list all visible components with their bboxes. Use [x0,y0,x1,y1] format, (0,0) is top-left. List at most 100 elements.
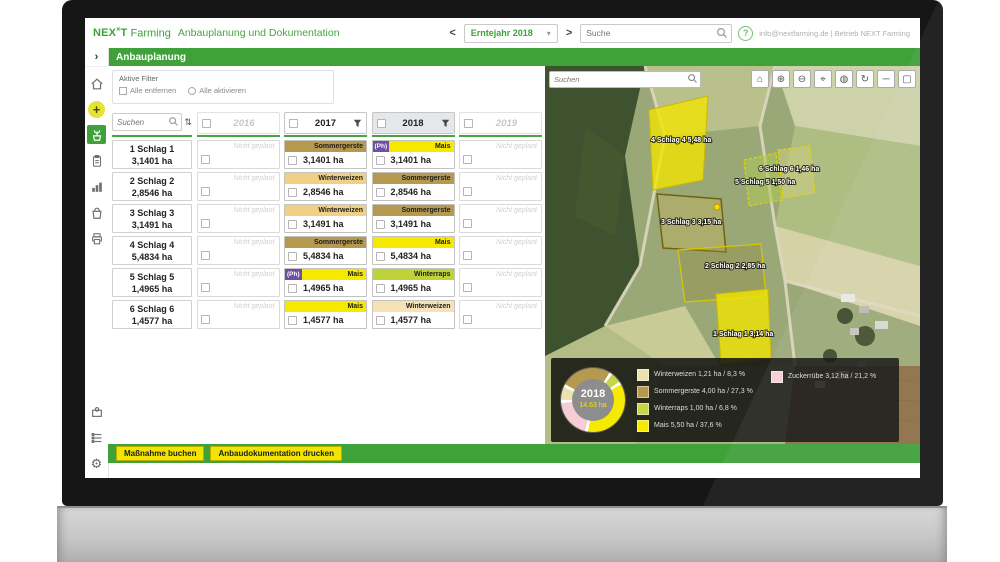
checkbox[interactable] [463,251,472,260]
help-icon[interactable]: ? [738,25,754,41]
checkbox[interactable] [200,315,210,324]
checkbox[interactable] [463,219,472,228]
checkbox[interactable] [200,155,210,164]
checkbox[interactable] [375,187,385,197]
crop-plan-cell[interactable]: Sommergerste 2,8546 ha [371,172,455,201]
field-label-cell[interactable]: 5 Schlag 5 1,4965 ha [112,268,192,297]
checkbox[interactable] [289,118,298,128]
map-tool-refresh[interactable]: ↻ [856,70,874,88]
account-info[interactable]: info@nextfarming.de | Betrieb NEXT Farmi… [759,29,910,38]
field-label-cell[interactable]: 3 Schlag 3 3,1491 ha [112,204,192,233]
map-tool-layers[interactable]: ◍ [835,70,853,88]
checkbox[interactable] [200,219,210,228]
sort-icon[interactable]: ⇅ [184,117,192,128]
crop-plan-cell[interactable]: Mais 5,4834 ha [371,236,455,265]
map-tool-measure[interactable]: ─ [877,70,895,88]
checkbox[interactable] [463,187,472,196]
sidebar-item-home[interactable] [87,74,106,93]
empty-plan-cell[interactable]: Nicht geplant [196,268,280,297]
checkbox[interactable] [375,251,385,261]
book-measure-button[interactable]: Maßnahme buchen [116,446,205,461]
checkbox[interactable] [463,315,472,324]
map-tool-zoom-in[interactable]: ⊕ [772,70,790,88]
map-field-1[interactable] [715,288,772,365]
map-tool-zoom-out[interactable]: ⊖ [793,70,811,88]
next-year-button[interactable]: > [564,27,574,39]
empty-plan-cell[interactable]: Nicht geplant [196,236,280,265]
field-label-cell[interactable]: 4 Schlag 4 5,4834 ha [112,236,192,265]
checkbox[interactable] [200,251,210,260]
map-search-input[interactable] [550,71,700,87]
crop-plan-cell[interactable]: (Ph) Mais 1,4965 ha [284,268,367,297]
year-header-2017[interactable]: 2017 [284,112,367,134]
sidebar-expand-button[interactable]: › [85,48,108,67]
empty-plan-cell[interactable]: Nicht geplant [459,140,542,169]
field-label-cell[interactable]: 1 Schlag 1 3,1401 ha [112,140,192,169]
checkbox[interactable] [463,283,472,292]
checkbox[interactable] [288,251,297,261]
harvest-year-select[interactable]: Erntejahr 2018 ▾ [463,23,558,43]
checkbox[interactable] [464,118,473,128]
checkbox[interactable] [288,283,297,293]
filter-activate-all[interactable]: Alle aktivieren [188,86,246,95]
table-search [112,113,183,131]
crop-plan-cell[interactable]: Sommergerste 3,1401 ha [284,140,367,169]
year-header-2016[interactable]: 2016 [196,112,280,134]
sidebar-item-harvest[interactable] [87,203,106,222]
empty-plan-cell[interactable]: Nicht geplant [196,300,280,329]
checkbox[interactable] [288,187,297,197]
sidebar-item-modules[interactable] [87,402,106,421]
crop-plan-cell[interactable]: Winterweizen 2,8546 ha [284,172,367,201]
sidebar-item-statistics[interactable] [87,177,106,196]
checkbox[interactable] [463,155,472,164]
sidebar-item-settings[interactable]: ⚙ [87,454,106,473]
empty-plan-cell[interactable]: Nicht geplant [459,236,542,265]
year-header-2018[interactable]: 2018 [371,112,455,134]
checkbox[interactable] [376,118,386,128]
sidebar-item-tasks[interactable] [87,151,106,170]
map-marker[interactable] [713,203,721,211]
crop-plan-cell[interactable]: Winterweizen 3,1491 ha [284,204,367,233]
checkbox[interactable] [375,315,385,325]
map-tool-select-area[interactable]: ▢ [898,70,916,88]
checkbox[interactable] [288,155,297,165]
global-search-input[interactable] [581,24,732,42]
filter-icon[interactable] [353,119,362,128]
sidebar-item-list[interactable] [87,428,106,447]
crop-plan-cell[interactable]: Mais 1,4577 ha [284,300,367,329]
year-header-2019[interactable]: 2019 [459,112,542,134]
field-label-cell[interactable]: 2 Schlag 2 2,8546 ha [112,172,192,201]
map-tool-center[interactable]: ⌖ [814,70,832,88]
sidebar-item-print[interactable] [87,229,106,248]
crop-plan-cell[interactable]: Sommergerste 5,4834 ha [284,236,367,265]
checkbox[interactable] [200,187,210,196]
checkbox[interactable] [375,155,385,165]
filter-remove-all[interactable]: Alle entfernen [119,86,176,95]
filter-icon[interactable] [441,119,450,128]
checkbox[interactable] [200,283,210,292]
not-planned-label: Nicht geplant [496,271,537,278]
checkbox[interactable] [288,219,297,229]
empty-plan-cell[interactable]: Nicht geplant [196,204,280,233]
crop-plan-cell[interactable]: (Ph) Mais 3,1401 ha [371,140,455,169]
empty-plan-cell[interactable]: Nicht geplant [196,140,280,169]
crop-plan-cell[interactable]: Sommergerste 3,1491 ha [371,204,455,233]
checkbox[interactable] [375,283,385,293]
print-documentation-button[interactable]: Anbaudokumentation drucken [210,446,343,461]
empty-plan-cell[interactable]: Nicht geplant [196,172,280,201]
checkbox[interactable] [288,315,297,325]
crop-plan-cell[interactable]: Winterweizen 1,4577 ha [371,300,455,329]
checkbox[interactable] [375,219,385,229]
checkbox[interactable] [201,118,211,128]
sidebar-item-add[interactable]: + [88,101,105,118]
map-panel[interactable]: 4 Schlag 4 5,48 ha 6 Schlag 6 1,46 ha 5 … [545,66,920,444]
empty-plan-cell[interactable]: Nicht geplant [459,268,542,297]
crop-plan-cell[interactable]: Winterraps 1,4965 ha [371,268,455,297]
prev-year-button[interactable]: < [447,27,457,39]
empty-plan-cell[interactable]: Nicht geplant [459,300,542,329]
empty-plan-cell[interactable]: Nicht geplant [459,172,542,201]
empty-plan-cell[interactable]: Nicht geplant [459,204,542,233]
field-label-cell[interactable]: 6 Schlag 6 1,4577 ha [112,300,192,329]
sidebar-item-crop-planning[interactable] [87,125,106,144]
map-tool-home[interactable]: ⌂ [751,70,769,88]
